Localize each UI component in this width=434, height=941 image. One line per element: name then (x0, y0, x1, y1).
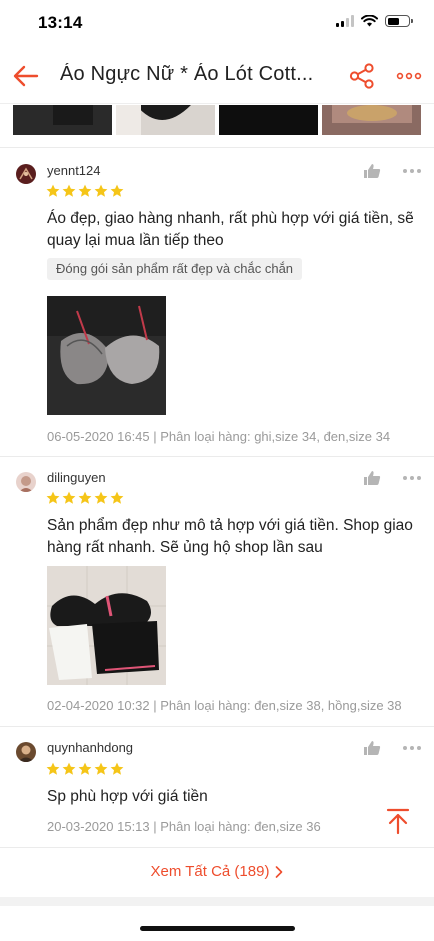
nav-bar: Áo Ngực Nữ * Áo Lót Cott... (0, 48, 434, 104)
review-item: quynhanhdong Sp phù hợp với giá tiền 20-… (0, 727, 434, 847)
star-icon (78, 184, 92, 197)
thumbs-up-icon[interactable] (363, 163, 381, 179)
arrow-left-icon[interactable] (10, 60, 42, 92)
section-divider (0, 897, 434, 906)
review-text: Sp phù hợp với giá tiền (47, 788, 208, 805)
star-icon (94, 762, 108, 775)
star-icon (94, 184, 108, 197)
review-photo-thumbnail[interactable] (116, 105, 215, 135)
status-time: 13:14 (38, 13, 83, 32)
star-icon (78, 491, 92, 504)
star-icon (46, 491, 60, 504)
more-dots-icon[interactable] (402, 745, 422, 751)
star-rating (46, 184, 124, 198)
battery-level (387, 17, 399, 25)
wifi-icon (361, 15, 378, 27)
review-photo-thumbnail[interactable] (219, 105, 318, 135)
review-meta: 06-05-2020 16:45 | Phân loại hàng: ghi,s… (47, 429, 391, 444)
status-bar: 13:14 (0, 0, 434, 48)
review-photo[interactable] (47, 566, 166, 685)
review-tag: Đóng gói sản phẩm rất đẹp và chắc chắn (47, 258, 303, 280)
review-photo-thumbnail[interactable] (13, 105, 112, 135)
star-icon (78, 762, 92, 775)
star-icon (46, 184, 60, 197)
avatar[interactable] (16, 164, 36, 184)
review-item: dilinguyen Sản phẩm đẹp như mô tả hợp vớ… (0, 457, 434, 725)
star-icon (62, 762, 76, 775)
share-icon[interactable] (348, 62, 376, 90)
more-dots-icon[interactable] (402, 168, 422, 174)
star-rating (46, 762, 124, 776)
review-text: Sản phẩm đẹp như mô tả hợp với giá tiền.… (47, 517, 413, 556)
chevron-right-icon (276, 866, 283, 878)
see-all-reviews-button[interactable]: Xem Tất Cả (189) (0, 848, 434, 896)
review-meta: 20-03-2020 15:13 | Phân loại hàng: đen,s… (47, 819, 321, 834)
review-photo-thumbnail[interactable] (322, 105, 421, 135)
review-photo[interactable] (47, 296, 166, 415)
scroll-to-top-icon[interactable] (383, 806, 413, 836)
more-dots-icon[interactable] (402, 475, 422, 481)
see-all-label: Xem Tất Cả (189) (150, 863, 270, 880)
cellular-signal-icon (336, 15, 354, 27)
battery-icon (385, 15, 413, 27)
username: quynhanhdong (47, 740, 134, 755)
thumbs-up-icon[interactable] (363, 470, 381, 486)
username: yennt124 (47, 163, 101, 178)
star-icon (110, 762, 124, 775)
avatar[interactable] (16, 472, 36, 492)
star-icon (110, 184, 124, 197)
star-icon (94, 491, 108, 504)
star-icon (62, 184, 76, 197)
star-rating (46, 491, 124, 505)
star-icon (110, 491, 124, 504)
review-text: Áo đẹp, giao hàng nhanh, rất phù hợp với… (47, 210, 414, 249)
page-title: Áo Ngực Nữ * Áo Lót Cott... (60, 63, 314, 85)
review-meta: 02-04-2020 10:32 | Phân loại hàng: đen,s… (47, 698, 402, 713)
more-dots-icon[interactable] (396, 66, 422, 86)
review-item: yennt124 Áo đẹp, giao hàng nhanh, rất ph… (0, 148, 434, 454)
status-icons (336, 15, 413, 27)
username: dilinguyen (47, 470, 106, 485)
star-icon (62, 491, 76, 504)
home-indicator[interactable] (140, 926, 295, 931)
avatar[interactable] (16, 742, 36, 762)
previous-review-photos (0, 105, 434, 137)
thumbs-up-icon[interactable] (363, 740, 381, 756)
star-icon (46, 762, 60, 775)
